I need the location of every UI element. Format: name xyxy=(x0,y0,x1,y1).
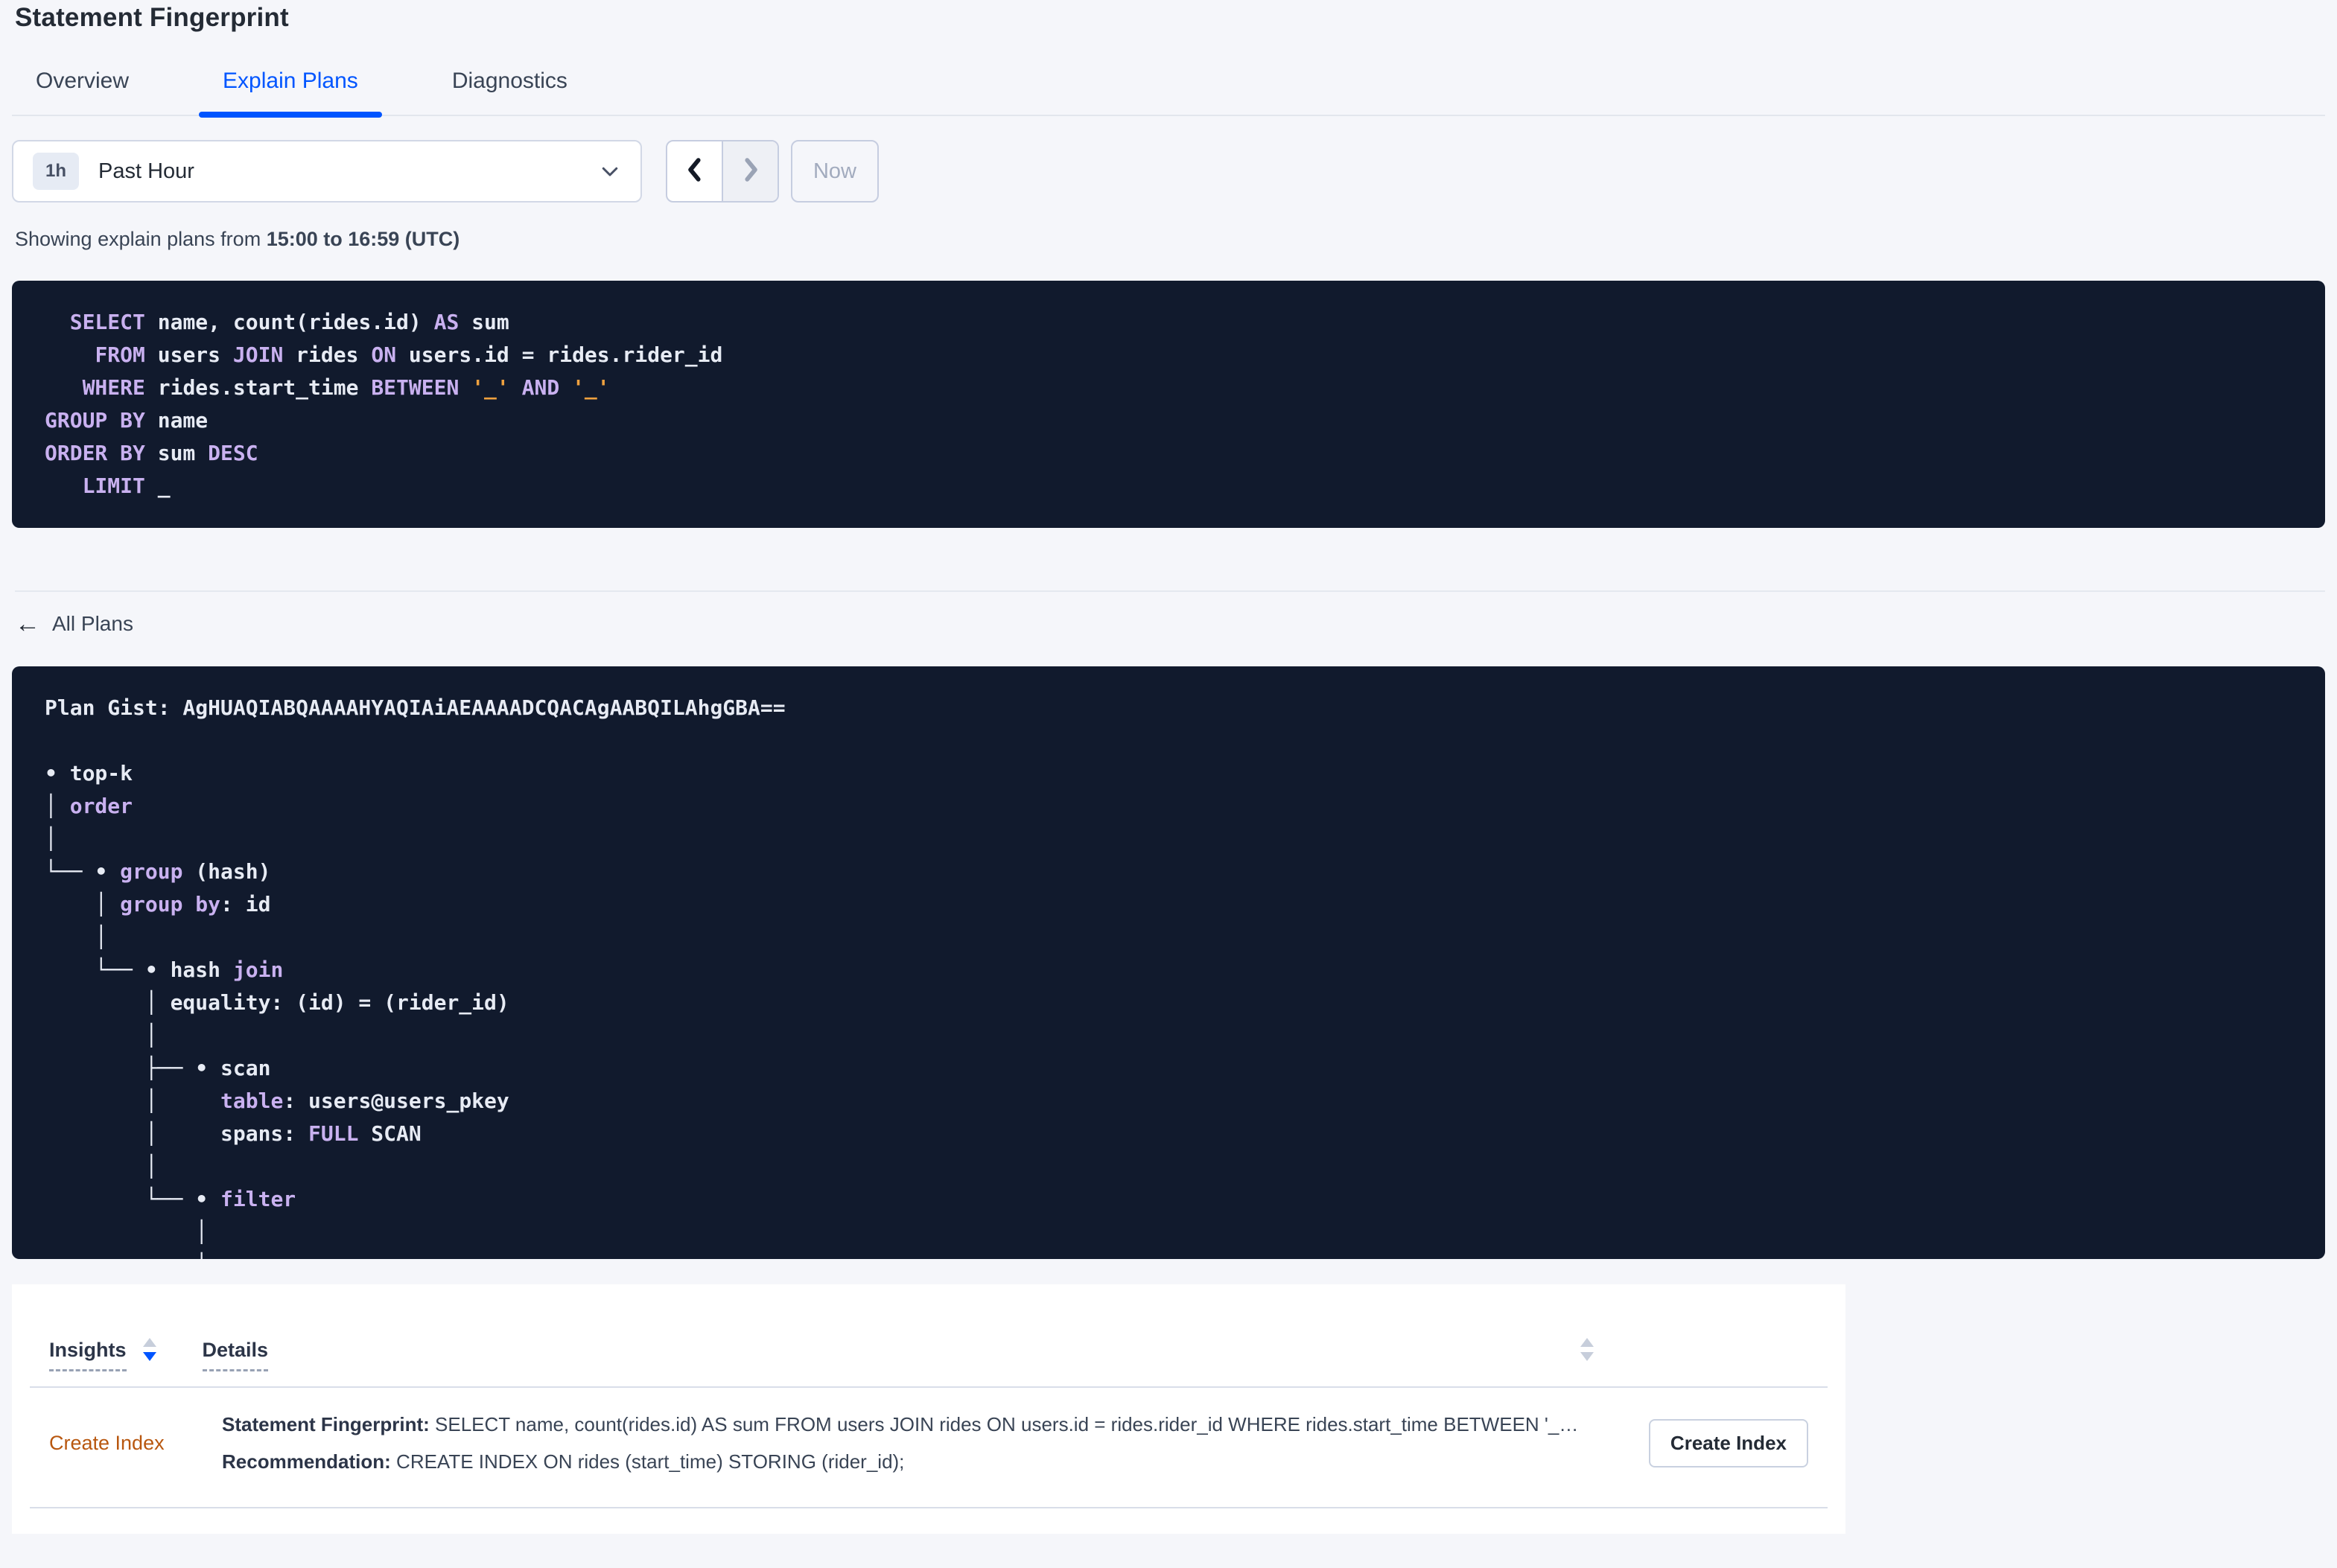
sort-down-arrow-icon xyxy=(142,1352,156,1361)
column-header-details[interactable]: Details xyxy=(202,1339,269,1371)
subtitle-range: 15:00 to 16:59 (UTC) xyxy=(266,228,460,250)
sort-icon-insights[interactable] xyxy=(142,1338,156,1361)
insight-details-cell: Statement Fingerprint: SELECT name, coun… xyxy=(222,1406,1631,1480)
page-title: Statement Fingerprint xyxy=(15,3,289,32)
time-controls: 1h Past Hour Now xyxy=(12,140,2325,203)
statement-fingerprint-label: Statement Fingerprint: xyxy=(222,1413,430,1435)
insights-table-row: Create Index Statement Fingerprint: SELE… xyxy=(30,1388,1828,1508)
now-button[interactable]: Now xyxy=(791,140,879,203)
recommendation-text: CREATE INDEX ON rides (start_time) STORI… xyxy=(390,1450,905,1473)
section-divider xyxy=(15,590,2325,592)
create-index-button[interactable]: Create Index xyxy=(1648,1418,1808,1467)
plan-gist-panel: Plan Gist: AgHUAQIABQAAAAHYAQIAiAEAAAADC… xyxy=(12,666,2325,1259)
chevron-down-icon xyxy=(599,160,621,182)
time-range-select[interactable]: 1h Past Hour xyxy=(12,140,642,203)
sort-up-arrow-icon xyxy=(142,1338,156,1347)
chevron-right-icon xyxy=(740,156,761,188)
insights-table-card: Insights Details Create Index Statement … xyxy=(12,1284,1845,1534)
time-pager xyxy=(666,140,779,203)
sort-up-arrow-icon xyxy=(1580,1338,1594,1347)
recommendation-label: Recommendation: xyxy=(222,1450,391,1473)
tab-diagnostics[interactable]: Diagnostics xyxy=(428,68,591,115)
next-time-button[interactable] xyxy=(722,141,778,201)
insights-table-header: Insights Details xyxy=(30,1284,1828,1388)
tab-explain-plans[interactable]: Explain Plans xyxy=(199,68,382,118)
sort-down-arrow-icon xyxy=(1580,1352,1594,1361)
tab-overview[interactable]: Overview xyxy=(12,68,153,115)
chevron-left-icon xyxy=(684,156,705,188)
sort-icon-details[interactable] xyxy=(1580,1338,1594,1361)
statement-fingerprint-text: SELECT name, count(rides.id) AS sum FROM… xyxy=(429,1413,1579,1435)
previous-time-button[interactable] xyxy=(667,141,722,201)
all-plans-link[interactable]: ← All Plans xyxy=(15,611,133,637)
tab-bar: Overview Explain Plans Diagnostics xyxy=(12,68,2325,118)
interval-badge: 1h xyxy=(33,153,80,190)
sql-statement-panel: SELECT name, count(rides.id) AS sum FROM… xyxy=(12,281,2325,528)
recommendation-line: Recommendation: CREATE INDEX ON rides (s… xyxy=(222,1443,1631,1480)
insight-type-link[interactable]: Create Index xyxy=(49,1432,222,1455)
page: Statement Fingerprint Overview Explain P… xyxy=(0,0,2337,1534)
time-range-label: Past Hour xyxy=(98,159,194,183)
subtitle-prefix: Showing explain plans from xyxy=(15,228,267,250)
all-plans-label: All Plans xyxy=(52,612,133,635)
showing-plans-text: Showing explain plans from 15:00 to 16:5… xyxy=(15,228,2325,251)
column-header-insights[interactable]: Insights xyxy=(49,1339,127,1371)
statement-fingerprint-line: Statement Fingerprint: SELECT name, coun… xyxy=(222,1406,1631,1443)
arrow-left-icon: ← xyxy=(15,610,40,638)
